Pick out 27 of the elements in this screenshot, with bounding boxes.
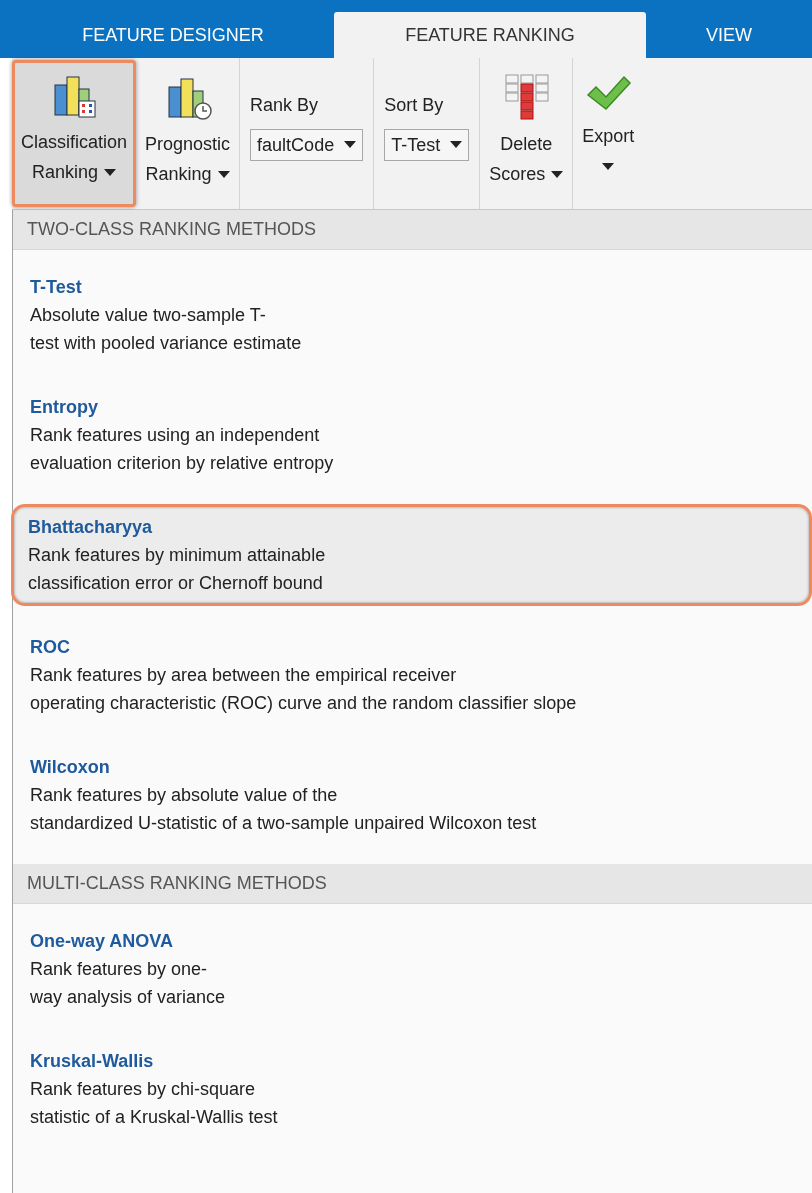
tab[interactable]: FEATURE DESIGNER	[12, 12, 334, 58]
ribbon-button[interactable]: Delete Scores	[480, 62, 573, 205]
ribbon-button[interactable]: Export	[573, 62, 644, 205]
menu-item[interactable]: Kruskal-Wallis Rank features by chi-square statistic of a Kruskal-Wallis test	[13, 1038, 812, 1140]
caret-icon	[344, 141, 357, 149]
tab[interactable]: FEATURE RANKING	[334, 12, 646, 58]
section-header: MULTI-CLASS RANKING METHODS	[13, 864, 812, 904]
dropdown-label: Rank By	[250, 94, 320, 117]
caret-icon	[450, 141, 463, 149]
menu-item[interactable]: Wilcoxon Rank features by absolute value of the standardized U-statistic of a two-sample unpaired Wilcoxon test	[13, 744, 812, 846]
caret-icon	[602, 163, 615, 172]
menu-item[interactable]: T-Test Absolute value two-sample T- test with pooled variance estimate	[13, 264, 812, 366]
ribbon-button[interactable]: Prognostic Ranking	[136, 62, 240, 205]
tab[interactable]: VIEW	[646, 12, 812, 58]
menu-item[interactable]: Bhattacharyya Rank features by minimum attainable classification error or Chernoff bound	[11, 504, 812, 606]
grid-icon	[502, 73, 551, 123]
menu-item[interactable]: One-way ANOVA Rank features by one- way analysis of variance	[13, 918, 812, 1020]
caret-icon	[551, 171, 564, 180]
caret-icon	[104, 169, 117, 178]
dropdown[interactable]: faultCode	[250, 129, 364, 161]
menu-item[interactable]: Entropy Rank features using an independent evaluation criterion by relative entropy	[13, 384, 812, 486]
caret-icon	[217, 171, 230, 180]
ribbon-button[interactable]: Classification Ranking	[12, 60, 137, 207]
dropdown-label: Sort By	[384, 94, 445, 117]
menu-item[interactable]: ROC Rank features by area between the empirical receiver operating characteristic (ROC) curve and the random classifier slope	[13, 624, 812, 726]
section-header: TWO-CLASS RANKING METHODS	[13, 210, 812, 250]
dropdown[interactable]: T-Test	[384, 129, 470, 161]
